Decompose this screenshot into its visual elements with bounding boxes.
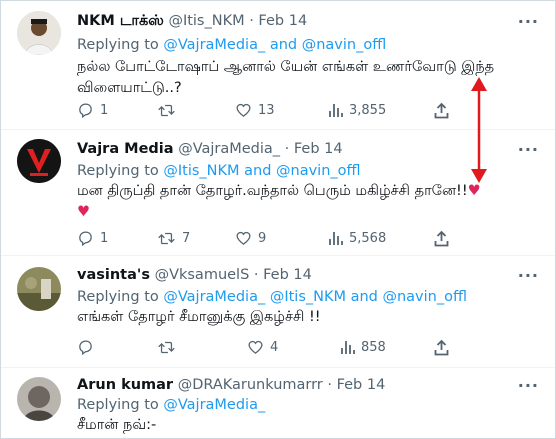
tweet-header: Vajra Media @VajraMedia_ · Feb 14 <box>77 141 343 157</box>
views-icon <box>329 104 343 117</box>
action-bar: 1 13 3,855 <box>77 100 457 120</box>
share-button[interactable] <box>434 337 449 357</box>
share-icon <box>434 339 449 355</box>
views-count: 858 <box>361 339 386 355</box>
replying-to-label: Replying to <box>77 289 159 305</box>
views-count: 3,855 <box>349 102 387 118</box>
replying-to: Replying to @Itis_NKM and @navin_offl <box>77 163 361 179</box>
views-button[interactable]: 5,568 <box>329 228 386 248</box>
tweet-header: Arun kumar @DRAKarunkumarrr · Feb 14 <box>77 377 385 393</box>
tweet-text-line: எங்கள் தோழர் சீமானுக்கு இகழ்ச்சி !! <box>77 309 321 325</box>
reply-count: 1 <box>100 230 109 246</box>
replying-to: Replying to @VajraMedia_ @Itis_NKM and @… <box>77 289 467 305</box>
tweet-header: NKM டாக்ஸ் @Itis_NKM · Feb 14 <box>77 13 307 31</box>
handle[interactable]: @DRAKarunkumarrr <box>178 377 323 393</box>
tweet-text-line: நல்ல போட்டோஷாப் ஆனால் யேன் எங்கள் உணர்வோ… <box>77 59 495 75</box>
tweet-text-row: மன திருப்தி தான் தோழர்.வந்தால் பெரும் மக… <box>77 181 527 202</box>
retweet-icon <box>158 232 175 244</box>
like-icon <box>236 103 251 117</box>
replying-to-label: Replying to <box>77 397 159 413</box>
display-name[interactable]: Vajra Media <box>77 141 174 157</box>
tweet-header: vasinta's @VksamuelS · Feb 14 <box>77 267 312 283</box>
retweet-count: 7 <box>182 230 191 246</box>
views-icon <box>329 232 343 245</box>
like-button[interactable]: 13 <box>235 100 275 120</box>
reply-button[interactable]: 1 <box>77 100 108 120</box>
timestamp[interactable]: · Feb 14 <box>254 267 312 283</box>
like-count: 9 <box>258 230 267 246</box>
share-icon <box>434 102 449 118</box>
retweet-button[interactable] <box>157 100 182 120</box>
avatar[interactable] <box>17 11 61 55</box>
share-icon <box>434 230 449 246</box>
share-button[interactable] <box>434 228 449 248</box>
action-bar: 4 858 <box>77 337 457 357</box>
heart-emoji-icon: ♥ <box>77 204 90 220</box>
handle[interactable]: @VajraMedia_ <box>178 141 280 157</box>
views-icon <box>341 341 355 354</box>
tweet-arun[interactable]: Arun kumar @DRAKarunkumarrr · Feb 14 ···… <box>1 367 555 438</box>
avatar[interactable] <box>17 377 61 421</box>
like-button[interactable]: 4 <box>247 337 278 357</box>
replying-to: Replying to @VajraMedia_ <box>77 397 265 413</box>
reply-button[interactable]: 1 <box>77 228 108 248</box>
tweet-text: சீமான் நவ்:- <box>77 415 527 436</box>
timestamp[interactable]: · Feb 14 <box>285 141 343 157</box>
avatar[interactable] <box>17 267 61 311</box>
reply-thread: NKM டாக்ஸ் @Itis_NKM · Feb 14 ··· Replyi… <box>0 0 556 439</box>
tweet-vajra[interactable]: Vajra Media @VajraMedia_ · Feb 14 ··· Re… <box>1 129 555 256</box>
replying-to-mentions[interactable]: @VajraMedia_ and @navin_offl <box>163 37 386 53</box>
more-icon[interactable]: ··· <box>518 376 539 395</box>
replying-to-label: Replying to <box>77 37 159 53</box>
like-count: 13 <box>258 102 275 118</box>
retweet-button[interactable] <box>157 337 182 357</box>
like-icon <box>248 340 263 354</box>
handle[interactable]: @Itis_NKM <box>168 13 244 29</box>
tweet-text: மன திருப்தி தான் தோழர்.வந்தால் பெரும் மக… <box>77 181 527 223</box>
tweet-text-line: விளையாட்டு..? <box>77 80 182 96</box>
reply-icon <box>79 339 92 355</box>
display-name[interactable]: NKM டாக்ஸ் <box>77 13 164 29</box>
tweet-nkm[interactable]: NKM டாக்ஸ் @Itis_NKM · Feb 14 ··· Replyi… <box>1 1 555 130</box>
replying-to-mentions[interactable]: @Itis_NKM and @navin_offl <box>163 163 360 179</box>
heart-emoji-icon: ♥ <box>467 183 481 199</box>
tweet-text: எங்கள் தோழர் சீமானுக்கு இகழ்ச்சி !! <box>77 307 527 328</box>
reply-icon <box>79 230 92 246</box>
avatar[interactable] <box>17 139 61 183</box>
views-button[interactable]: 3,855 <box>329 100 386 120</box>
reply-button[interactable] <box>77 337 100 357</box>
retweet-icon <box>158 104 175 116</box>
like-icon <box>236 231 251 245</box>
replying-to-mentions[interactable]: @VajraMedia_ <box>163 397 265 413</box>
retweet-icon <box>158 341 175 353</box>
action-bar: 1 7 9 5,568 <box>77 228 457 248</box>
tweet-text-line: மன திருப்தி தான் தோழர்.வந்தால் பெரும் மக… <box>77 183 468 199</box>
tweet-text-line: சீமான் நவ்:- <box>77 417 157 433</box>
display-name[interactable]: Arun kumar <box>77 377 173 393</box>
share-button[interactable] <box>434 100 449 120</box>
tweet-vasinta[interactable]: vasinta's @VksamuelS · Feb 14 ··· Replyi… <box>1 255 555 368</box>
tweet-text: நல்ல போட்டோஷாப் ஆனால் யேன் எங்கள் உணர்வோ… <box>77 57 527 99</box>
replying-to: Replying to @VajraMedia_ and @navin_offl <box>77 37 386 53</box>
timestamp[interactable]: · Feb 14 <box>327 377 385 393</box>
tweet-text-row: ♥ <box>77 202 527 223</box>
reply-count: 1 <box>100 102 109 118</box>
views-count: 5,568 <box>349 230 387 246</box>
display-name[interactable]: vasinta's <box>77 267 150 283</box>
replying-to-label: Replying to <box>77 163 159 179</box>
views-button[interactable]: 858 <box>341 337 386 357</box>
more-icon[interactable]: ··· <box>518 12 539 31</box>
reply-icon <box>79 102 92 118</box>
like-button[interactable]: 9 <box>235 228 266 248</box>
more-icon[interactable]: ··· <box>518 266 539 285</box>
timestamp[interactable]: · Feb 14 <box>249 13 307 29</box>
more-icon[interactable]: ··· <box>518 140 539 159</box>
replying-to-mentions[interactable]: @VajraMedia_ @Itis_NKM and @navin_offl <box>163 289 467 305</box>
like-count: 4 <box>270 339 279 355</box>
retweet-button[interactable]: 7 <box>157 228 190 248</box>
handle[interactable]: @VksamuelS <box>155 267 250 283</box>
